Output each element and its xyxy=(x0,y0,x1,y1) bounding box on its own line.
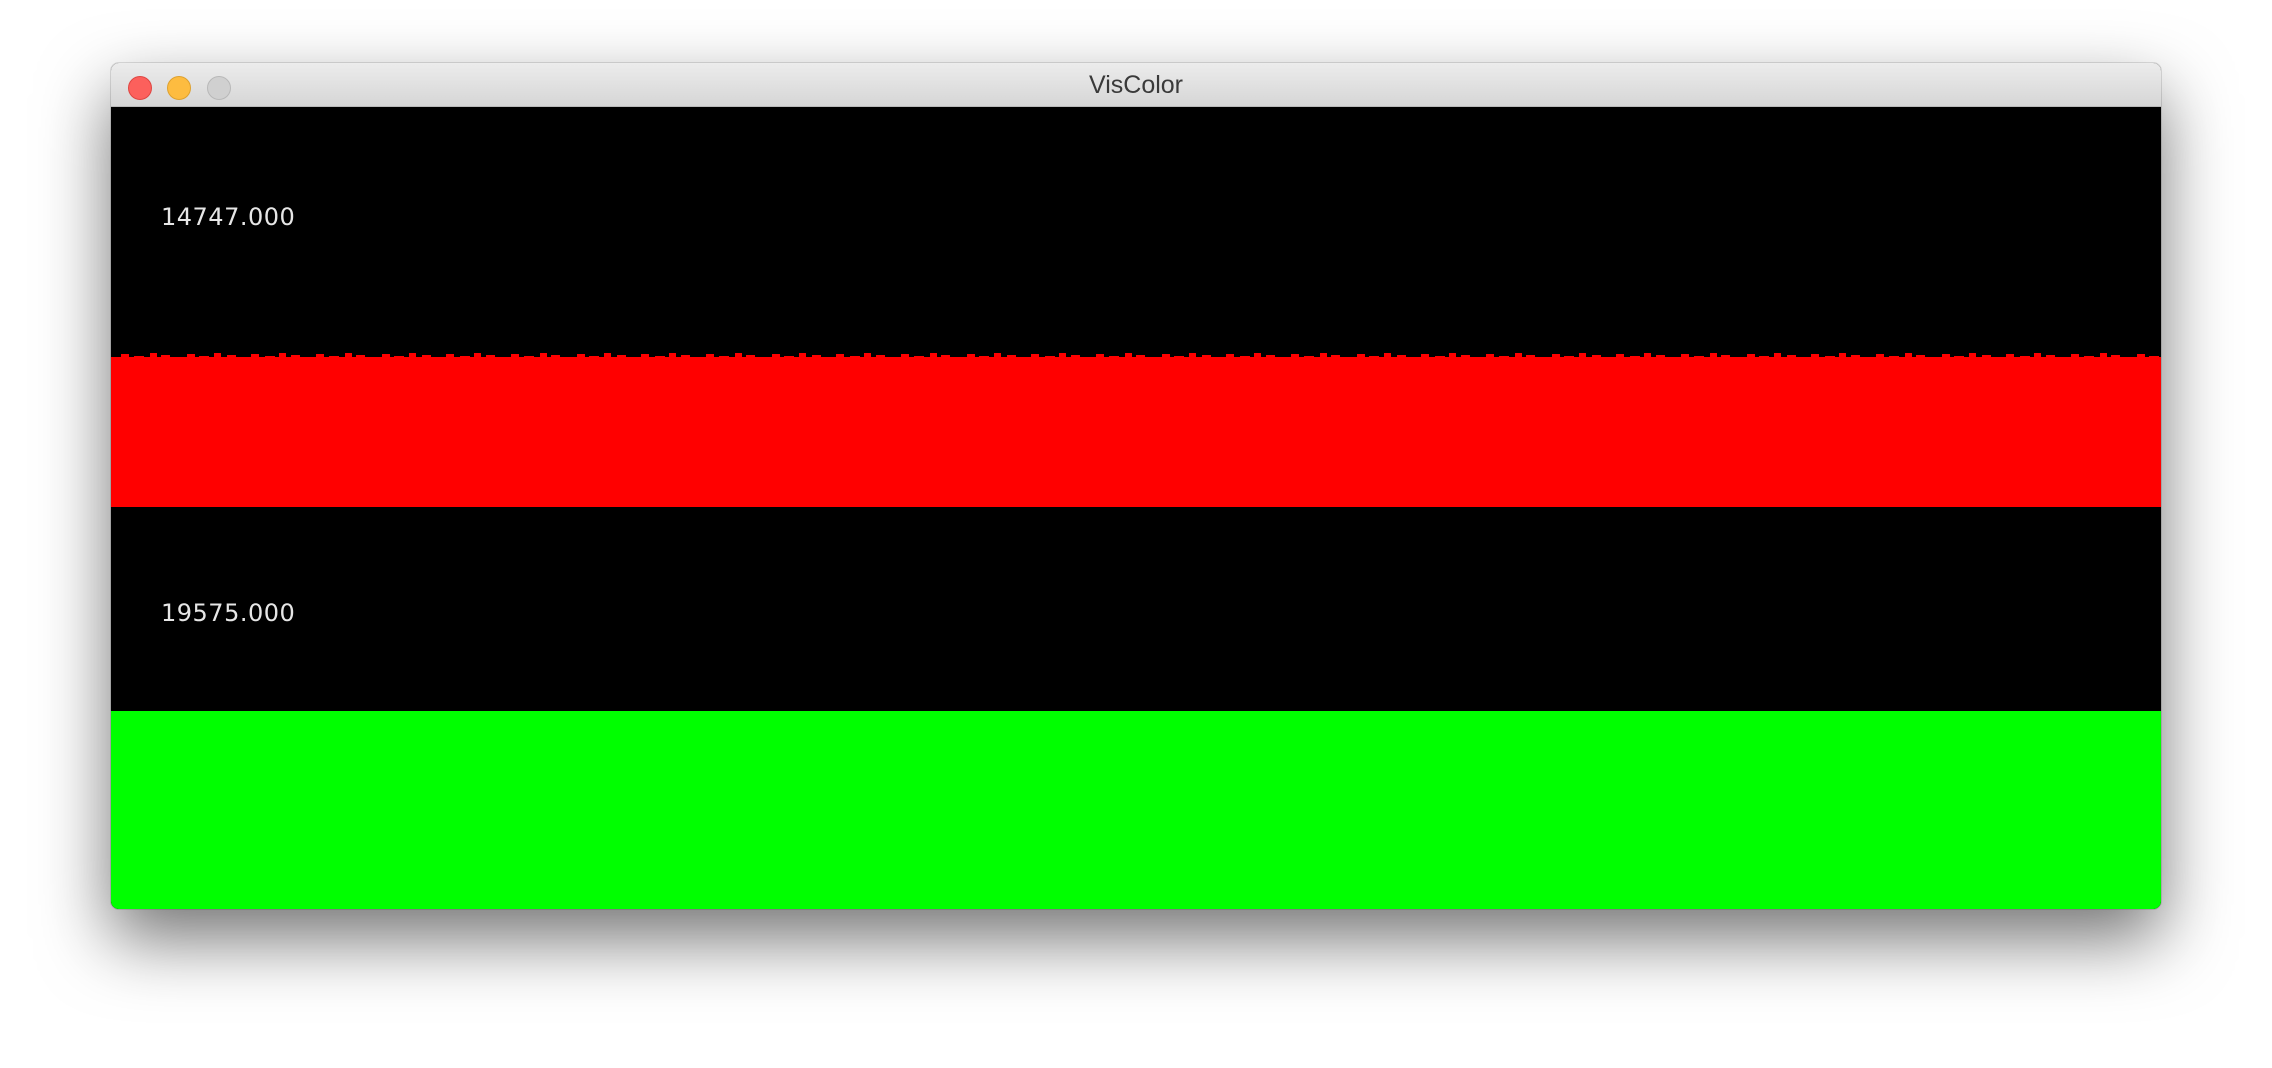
bottom-panel: 19575.000 xyxy=(111,507,2161,711)
top-panel: 14747.000 xyxy=(111,107,2161,357)
bottom-panel-value: 19575.000 xyxy=(161,599,296,627)
red-color-bar xyxy=(111,357,2161,507)
title-bar[interactable]: VisColor xyxy=(111,63,2161,107)
app-window: VisColor 14747.000 19575.000 xyxy=(111,63,2161,909)
visualization-canvas: 14747.000 19575.000 xyxy=(111,107,2161,909)
window-title: VisColor xyxy=(1088,71,1184,99)
green-color-bar xyxy=(111,711,2161,909)
top-panel-value: 14747.000 xyxy=(161,203,296,231)
